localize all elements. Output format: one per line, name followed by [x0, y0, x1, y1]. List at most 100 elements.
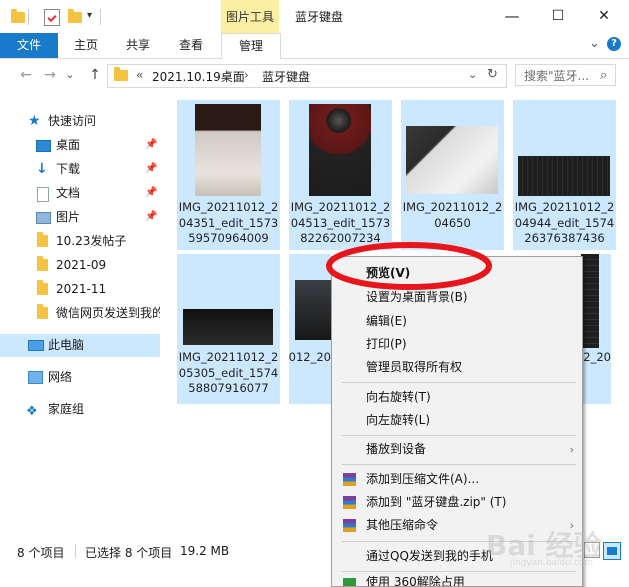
search-icon: ⌕	[600, 68, 608, 83]
menu-item-label: 打印(P)	[366, 337, 407, 351]
nav-desktop[interactable]: 桌面 📌	[0, 134, 160, 157]
nav-homegroup[interactable]: ❖ 家庭组	[0, 398, 160, 421]
image-thumbnail	[183, 309, 273, 345]
archive-icon	[343, 519, 356, 532]
picture-tools-label: 图片工具	[221, 0, 279, 33]
menu-item-label: 向右旋转(T)	[366, 390, 431, 404]
pin-icon[interactable]: 📌	[145, 187, 157, 199]
nav-label: 2021-09	[56, 258, 107, 272]
recent-locations-button[interactable]: ⌄	[64, 66, 76, 84]
nav-label: 下载	[56, 162, 81, 176]
customize-toolbar-icon[interactable]: ▾	[87, 10, 92, 21]
nav-label: 图片	[56, 210, 81, 224]
pin-icon[interactable]: 📌	[145, 139, 157, 151]
file-name: IMG_20211012_204351_edit_157359570964009	[178, 200, 279, 245]
nav-folder[interactable]: 2021-11	[0, 278, 160, 301]
menu-item-label: 添加到压缩文件(A)...	[366, 472, 480, 486]
up-button[interactable]: ↑	[86, 66, 104, 84]
nav-label: 文档	[56, 186, 81, 200]
nav-label: 10.23发帖子	[56, 234, 127, 248]
menu-item-cast-to-device[interactable]: 播放到设备 ›	[332, 438, 582, 461]
file-name: IMG_20211012_204944_edit_157426376387436	[514, 200, 615, 245]
menu-item-360-unlock[interactable]: 使用 360解除占用	[332, 575, 582, 586]
menu-item-rotate-right[interactable]: 向右旋转(T)	[332, 386, 582, 409]
menu-item-print[interactable]: 打印(P)	[332, 333, 582, 356]
nav-this-pc[interactable]: 此电脑	[0, 334, 160, 357]
breadcrumb-separator[interactable]: ›	[244, 68, 249, 82]
nav-folder[interactable]: 2021-09	[0, 254, 160, 277]
help-icon[interactable]: ?	[607, 37, 621, 51]
tab-manage[interactable]: 管理	[221, 33, 281, 59]
image-thumbnail	[309, 104, 371, 196]
file-tile[interactable]: IMG_20211012_204650	[401, 100, 504, 250]
menu-item-label: 其他压缩命令	[366, 518, 439, 532]
pin-icon[interactable]: 📌	[145, 163, 157, 175]
address-bar[interactable]: « 2021.10.19桌面 › 蓝牙键盘 ⌄ ↻	[107, 64, 507, 88]
download-icon: ↓	[36, 161, 48, 177]
archive-icon	[343, 496, 356, 509]
file-name: IMG_20211012_20	[289, 350, 331, 364]
back-button[interactable]: ←	[17, 66, 35, 84]
image-thumbnail	[581, 254, 599, 348]
menu-separator	[342, 571, 576, 572]
image-thumbnail	[195, 104, 261, 196]
search-input[interactable]: 搜索"蓝牙... ⌕	[515, 64, 616, 86]
file-tile[interactable]: IMG_20211012_20	[581, 254, 611, 404]
breadcrumb-item[interactable]: 2021.10.19桌面	[152, 68, 245, 85]
menu-item-edit[interactable]: 编辑(E)	[332, 310, 582, 333]
menu-separator	[342, 435, 576, 436]
nav-folder[interactable]: 微信网页发送到我的	[0, 302, 160, 325]
nav-quick-access[interactable]: ★ 快速访问	[0, 110, 160, 133]
file-tile[interactable]: IMG_20211012_204351_edit_157359570964009	[177, 100, 280, 250]
nav-label: 网络	[48, 370, 73, 384]
address-dropdown-icon[interactable]: ⌄	[468, 68, 477, 81]
computer-icon	[28, 340, 44, 351]
menu-item-take-ownership[interactable]: 管理员取得所有权	[332, 356, 582, 379]
menu-item-label: 向左旋转(L)	[366, 413, 431, 427]
file-tile[interactable]: IMG_20211012_204513_edit_157382262007234	[289, 100, 392, 250]
star-icon: ★	[28, 113, 41, 129]
pictures-icon	[36, 212, 51, 224]
menu-item-label: 通过QQ发送到我的手机	[366, 549, 493, 563]
tab-view[interactable]: 查看	[171, 33, 211, 58]
properties-icon[interactable]	[44, 9, 60, 26]
window-title: 蓝牙键盘	[295, 10, 344, 24]
menu-item-add-to-archive[interactable]: 添加到压缩文件(A)...	[332, 468, 582, 491]
file-name: IMG_20211012_205305_edit_157458807916077	[178, 350, 279, 395]
submenu-arrow-icon: ›	[569, 443, 574, 456]
forward-button[interactable]: →	[41, 66, 59, 84]
document-icon	[37, 187, 49, 202]
nav-documents[interactable]: 文档 📌	[0, 182, 160, 205]
nav-network[interactable]: 网络	[0, 366, 160, 389]
tab-home[interactable]: 主页	[66, 33, 106, 58]
refresh-icon[interactable]: ↻	[487, 67, 498, 82]
homegroup-icon: ❖	[26, 404, 38, 419]
highlight-ellipse	[326, 242, 492, 290]
menu-item-rotate-left[interactable]: 向左旋转(L)	[332, 409, 582, 432]
breadcrumb-overflow[interactable]: «	[136, 68, 143, 82]
close-button[interactable]: ✕	[582, 0, 626, 33]
nav-label: 微信网页发送到我的	[56, 306, 160, 320]
item-count: 8 个项目	[17, 546, 65, 560]
pin-icon[interactable]: 📌	[145, 211, 157, 223]
minimize-button[interactable]: —	[490, 0, 534, 33]
nav-downloads[interactable]: ↓ 下载 📌	[0, 158, 160, 181]
breadcrumb-item[interactable]: 蓝牙键盘	[262, 68, 310, 85]
file-tile[interactable]: IMG_20211012_204944_edit_157426376387436	[513, 100, 616, 250]
file-tile[interactable]: IMG_20211012_205305_edit_157458807916077	[177, 254, 280, 404]
nav-label: 2021-11	[56, 282, 107, 296]
collapse-ribbon-icon[interactable]: ⌄	[589, 36, 600, 51]
tab-share[interactable]: 共享	[118, 33, 158, 58]
nav-pictures[interactable]: 图片 📌	[0, 206, 160, 229]
maximize-button[interactable]: ☐	[536, 0, 580, 33]
nav-label: 家庭组	[48, 402, 85, 416]
selected-size: 19.2 MB	[180, 544, 230, 558]
file-name: IMG_20211012_20	[581, 350, 611, 364]
menu-separator	[342, 464, 576, 465]
image-thumbnail	[518, 156, 610, 196]
search-placeholder: 搜索"蓝牙...	[524, 69, 589, 83]
watermark-url: jingyan.baidu.com	[510, 558, 594, 568]
network-icon	[28, 371, 43, 384]
nav-folder[interactable]: 10.23发帖子	[0, 230, 160, 253]
tab-file[interactable]: 文件	[0, 33, 58, 58]
